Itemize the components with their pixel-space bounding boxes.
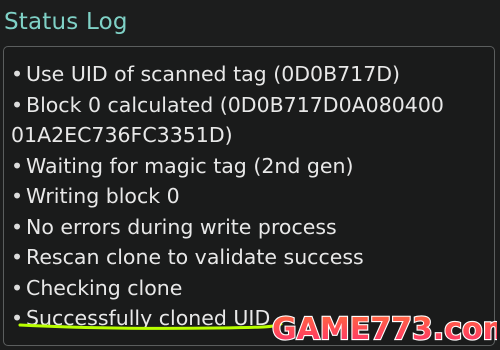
log-item-use-uid: • Use UID of scanned tag (0D0B717D) xyxy=(11,59,444,90)
bullet-icon: • xyxy=(11,153,24,178)
log-item-block-calculated: • Block 0 calculated (0D0B717D0A080400 xyxy=(11,90,444,121)
bullet-icon: • xyxy=(11,214,24,239)
bullet-icon: • xyxy=(11,62,24,86)
highlight-underline xyxy=(18,322,283,330)
log-item-text: Checking clone xyxy=(26,275,183,300)
bullet-icon: • xyxy=(11,275,24,300)
log-item-writing-block: • Writing block 0 xyxy=(11,181,444,212)
log-item-text: No errors during write process xyxy=(26,214,337,239)
log-item-text: Waiting for magic tag (2nd gen) xyxy=(26,153,354,178)
log-item-text: Writing block 0 xyxy=(26,184,180,208)
bullet-icon: • xyxy=(11,184,24,208)
status-log-list: • Use UID of scanned tag (0D0B717D) • Bloc… xyxy=(11,59,444,334)
bullet-icon: • xyxy=(11,92,24,117)
log-item-waiting-magic-tag: • Waiting for magic tag (2nd gen) xyxy=(11,151,444,182)
log-item-text: 01A2EC736FC3351D) xyxy=(11,123,233,147)
log-item-checking-clone: • Checking clone xyxy=(11,273,444,304)
bullet-icon: • xyxy=(11,245,24,269)
log-item-text: Block 0 calculated (0D0B717D0A080400 xyxy=(26,92,444,117)
log-item-no-errors: • No errors during write process xyxy=(11,212,444,243)
log-item-rescan-clone: • Rescan clone to validate success xyxy=(11,242,444,273)
log-item-text: Use UID of scanned tag (0D0B717D) xyxy=(26,62,401,86)
log-item-block-calculated-continued: 01A2EC736FC3351D) xyxy=(11,120,444,151)
status-log-box: • Use UID of scanned tag (0D0B717D) • Bloc… xyxy=(3,46,495,346)
watermark-logo: GAME773.com xyxy=(272,311,497,346)
status-log-title: Status Log xyxy=(4,9,128,35)
log-item-text: Rescan clone to validate success xyxy=(26,245,364,269)
status-log-screen: Status Log • Use UID of scanned tag (0D0B… xyxy=(0,0,500,350)
watermark-text: GAME773.com xyxy=(272,312,497,346)
